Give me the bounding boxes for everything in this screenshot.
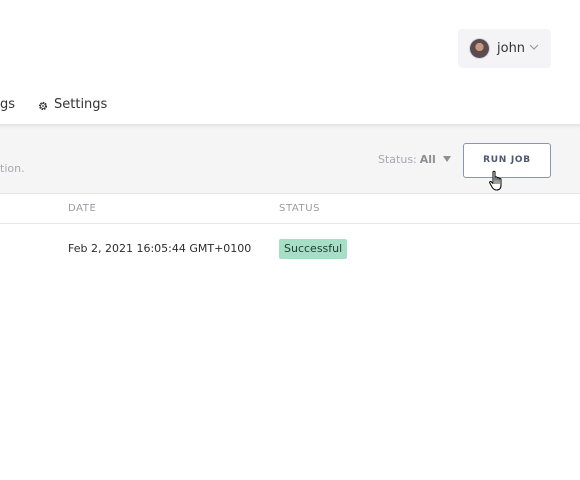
gear-icon [38, 101, 48, 111]
tab-partial[interactable]: gs [0, 97, 15, 113]
user-menu[interactable]: john [458, 29, 551, 68]
caret-down-icon [442, 156, 451, 162]
header-shadow [0, 124, 580, 129]
table-header-divider [0, 223, 580, 224]
run-job-button[interactable]: RUN JOB [463, 143, 551, 178]
page-description: tion. [0, 162, 25, 175]
column-header-date: DATE [68, 203, 97, 214]
tab-settings-label: Settings [54, 97, 108, 112]
page: john gs Settings tion. Status: All RUN JO… [0, 0, 580, 480]
column-header-status: STATUS [279, 203, 321, 214]
status-filter-dropdown[interactable]: Status: All [378, 153, 451, 167]
avatar [470, 39, 489, 58]
hand-pointer-cursor-icon [489, 170, 502, 191]
username-label: john [497, 41, 526, 56]
status-badge: Successful [279, 239, 348, 259]
chevron-down-icon [529, 44, 539, 50]
status-filter-label: Status: [378, 153, 417, 166]
status-filter-value: All [419, 153, 436, 166]
table-cell-date: Feb 2, 2021 16:05:44 GMT+0100 [68, 242, 252, 255]
